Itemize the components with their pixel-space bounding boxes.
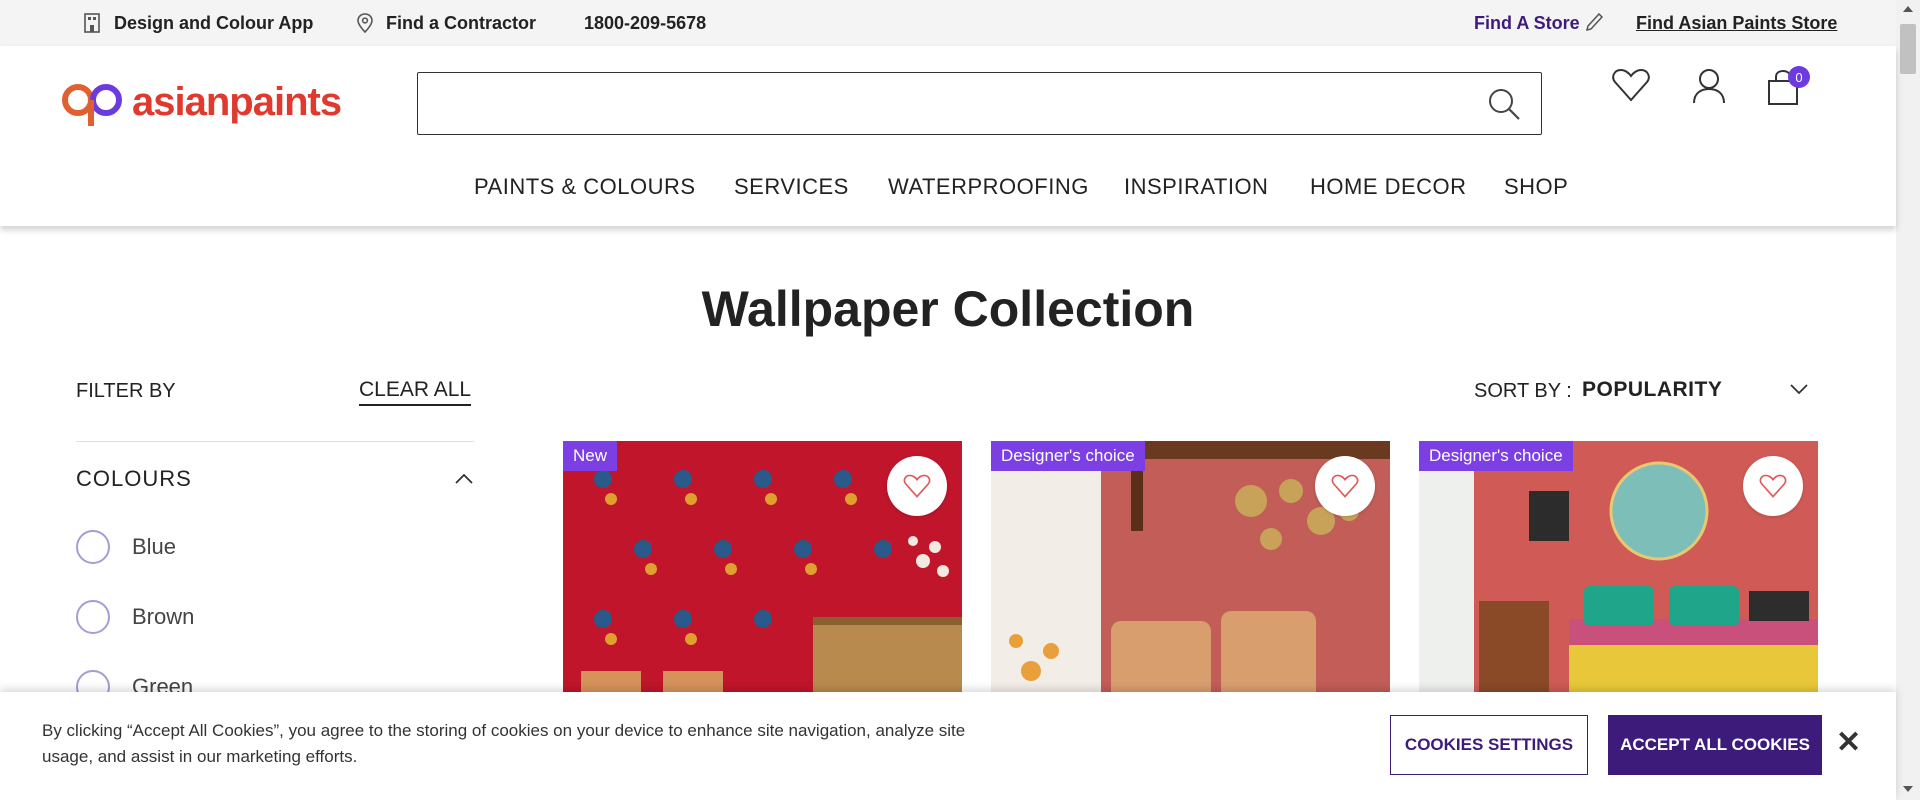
phone-label: 1800-209-5678 bbox=[584, 12, 707, 33]
product-card[interactable]: Designer's choice bbox=[1419, 441, 1818, 701]
find-asian-paints-store-link[interactable]: Find Asian Paints Store bbox=[1636, 0, 1837, 46]
close-icon[interactable]: ✕ bbox=[1836, 728, 1861, 758]
accept-all-cookies-button[interactable]: ACCEPT ALL COOKIES bbox=[1608, 715, 1822, 775]
scroll-up-arrow-icon[interactable] bbox=[1903, 6, 1913, 12]
find-contractor-link[interactable]: Find a Contractor bbox=[356, 0, 536, 46]
nav-inspiration[interactable]: INSPIRATION bbox=[1124, 174, 1268, 200]
product-tag: New bbox=[563, 441, 618, 471]
cookie-banner: By clicking “Accept All Cookies”, you ag… bbox=[0, 692, 1896, 800]
nav-services[interactable]: SERVICES bbox=[734, 174, 849, 200]
favourite-button[interactable] bbox=[887, 456, 947, 516]
colour-option-label: Blue bbox=[132, 534, 177, 559]
nav-shop[interactable]: SHOP bbox=[1504, 174, 1568, 200]
heart-icon bbox=[1331, 474, 1359, 498]
nav-home-decor[interactable]: HOME DECOR bbox=[1310, 174, 1467, 200]
asianpaints-wordmark: asianpaints bbox=[132, 79, 342, 124]
user-account-icon[interactable] bbox=[1692, 68, 1726, 104]
design-app-link[interactable]: Design and Colour App bbox=[82, 0, 313, 46]
radio-button[interactable] bbox=[76, 600, 110, 634]
cookies-settings-button[interactable]: COOKIES SETTINGS bbox=[1390, 715, 1588, 775]
colour-option-blue[interactable]: Blue bbox=[76, 530, 176, 564]
building-icon bbox=[84, 13, 100, 33]
search-input[interactable] bbox=[434, 73, 1474, 131]
find-asian-paints-store-label: Find Asian Paints Store bbox=[1636, 12, 1838, 33]
favourite-button[interactable] bbox=[1315, 456, 1375, 516]
find-contractor-label: Find a Contractor bbox=[386, 12, 537, 33]
page-title: Wallpaper Collection bbox=[701, 281, 1195, 337]
asianpaints-logo[interactable]: asianpaints bbox=[58, 76, 342, 128]
product-card[interactable]: Designer's choice bbox=[991, 441, 1390, 701]
design-app-label: Design and Colour App bbox=[114, 12, 314, 33]
clear-all-button[interactable]: CLEAR ALL bbox=[359, 378, 472, 406]
wishlist-heart-icon[interactable] bbox=[1612, 68, 1650, 102]
find-a-store-label: Find A Store bbox=[1474, 12, 1580, 33]
asianpaints-logo-mark bbox=[62, 84, 122, 126]
favourite-button[interactable] bbox=[1743, 456, 1803, 516]
search-bar bbox=[417, 72, 1542, 135]
radio-button[interactable] bbox=[76, 530, 110, 564]
top-utility-bar: Design and Colour App Find a Contractor … bbox=[0, 0, 1896, 46]
chevron-down-icon[interactable] bbox=[1790, 384, 1808, 396]
nav-paints-colours[interactable]: PAINTS & COLOURS bbox=[474, 174, 696, 200]
location-pin-icon bbox=[357, 13, 373, 33]
cookie-consent-text: By clicking “Accept All Cookies”, you ag… bbox=[42, 721, 966, 766]
scrollbar-thumb[interactable] bbox=[1900, 24, 1916, 74]
phone-number[interactable]: 1800-209-5678 bbox=[584, 0, 706, 46]
sort-by-label: SORT BY : bbox=[1474, 380, 1572, 402]
heart-icon bbox=[1759, 474, 1787, 498]
search-icon[interactable] bbox=[1487, 87, 1521, 121]
filter-by-label: FILTER BY bbox=[76, 380, 176, 402]
colour-option-label: Brown bbox=[132, 604, 195, 629]
filter-divider bbox=[76, 441, 474, 442]
chevron-up-icon[interactable] bbox=[455, 472, 473, 484]
cart-count-badge: 0 bbox=[1788, 66, 1810, 88]
colours-section-title[interactable]: COLOURS bbox=[76, 466, 192, 492]
nav-waterproofing[interactable]: WATERPROOFING bbox=[888, 174, 1089, 200]
scroll-down-arrow-icon[interactable] bbox=[1903, 786, 1913, 792]
product-tag: Designer's choice bbox=[1419, 441, 1573, 471]
find-a-store-link[interactable]: Find A Store bbox=[1474, 0, 1604, 46]
colour-option-brown[interactable]: Brown bbox=[76, 600, 194, 634]
product-card[interactable]: New bbox=[563, 441, 962, 701]
heart-icon bbox=[903, 474, 931, 498]
site-header: asianpaints 0 PAINTS & COLOURS SERVICES … bbox=[0, 46, 1896, 226]
pencil-icon bbox=[1585, 12, 1603, 32]
page-scrollbar[interactable] bbox=[1896, 0, 1920, 800]
product-tag: Designer's choice bbox=[991, 441, 1145, 471]
sort-select[interactable]: POPULARITY bbox=[1582, 378, 1722, 402]
